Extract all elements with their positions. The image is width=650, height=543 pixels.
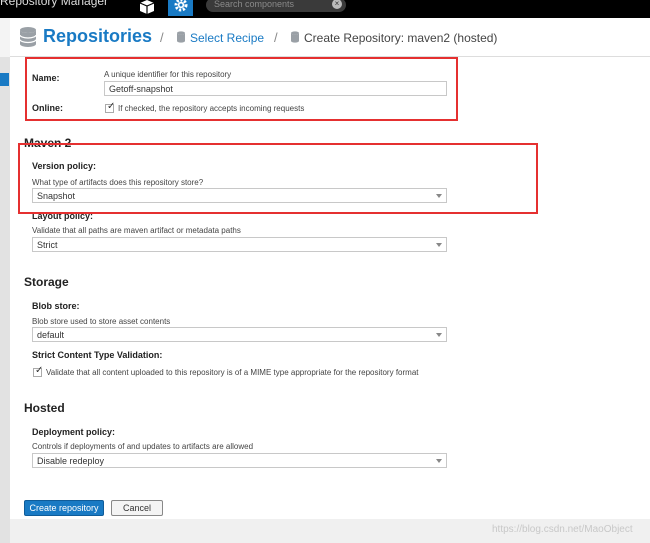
storage-heading: Storage [24, 275, 69, 289]
deployment-policy-select[interactable]: Disable redeploy [32, 453, 447, 468]
layout-policy-help: Validate that all paths are maven artifa… [32, 226, 241, 235]
annotation-box-version-policy [18, 143, 538, 214]
sidebar-active-marker[interactable] [0, 73, 9, 86]
database-icon [290, 31, 300, 45]
database-icon [18, 26, 38, 50]
chevron-down-icon [436, 459, 442, 463]
breadcrumb-separator: / [274, 30, 278, 45]
layout-policy-value: Strict [37, 240, 58, 250]
clear-search-icon[interactable]: × [332, 0, 342, 9]
breadcrumb-select-recipe[interactable]: Select Recipe [190, 31, 264, 45]
database-icon [176, 31, 186, 45]
breadcrumb-repositories[interactable]: Repositories [43, 26, 152, 47]
chevron-down-icon [436, 243, 442, 247]
app-title: Repository Manager [0, 0, 109, 8]
deployment-policy-label: Deployment policy: [32, 427, 116, 437]
strict-content-checkbox[interactable]: ✓ [33, 365, 44, 377]
blob-store-label: Blob store: [32, 301, 80, 311]
blob-store-help: Blob store used to store asset contents [32, 317, 171, 326]
gear-icon[interactable] [168, 0, 193, 16]
breadcrumb-current: Create Repository: maven2 (hosted) [304, 31, 498, 45]
search-box[interactable]: × [206, 0, 346, 12]
breadcrumb-separator: / [160, 30, 164, 45]
cube-icon[interactable] [137, 0, 157, 14]
strict-content-help: Validate that all content uploaded to th… [46, 368, 419, 377]
search-input[interactable] [214, 0, 324, 10]
deployment-policy-value: Disable redeploy [37, 456, 105, 466]
layout-policy-select[interactable]: Strict [32, 237, 447, 252]
check-icon: ✓ [35, 365, 44, 376]
chevron-down-icon [436, 333, 442, 337]
annotation-box-name [25, 57, 458, 121]
strict-content-label: Strict Content Type Validation: [32, 350, 163, 360]
blob-store-select[interactable]: default [32, 327, 447, 342]
breadcrumb: Repositories / Select Recipe / Create Re… [10, 18, 650, 57]
hosted-heading: Hosted [24, 401, 65, 415]
cancel-button[interactable]: Cancel [111, 500, 163, 516]
left-sidebar-edge [0, 57, 10, 543]
blob-store-value: default [37, 330, 65, 340]
deployment-policy-help: Controls if deployments of and updates t… [32, 442, 254, 451]
top-bar: Repository Manager × [0, 0, 650, 18]
create-repository-button[interactable]: Create repository [24, 500, 104, 516]
watermark: https://blog.csdn.net/MaoObject [492, 524, 633, 535]
